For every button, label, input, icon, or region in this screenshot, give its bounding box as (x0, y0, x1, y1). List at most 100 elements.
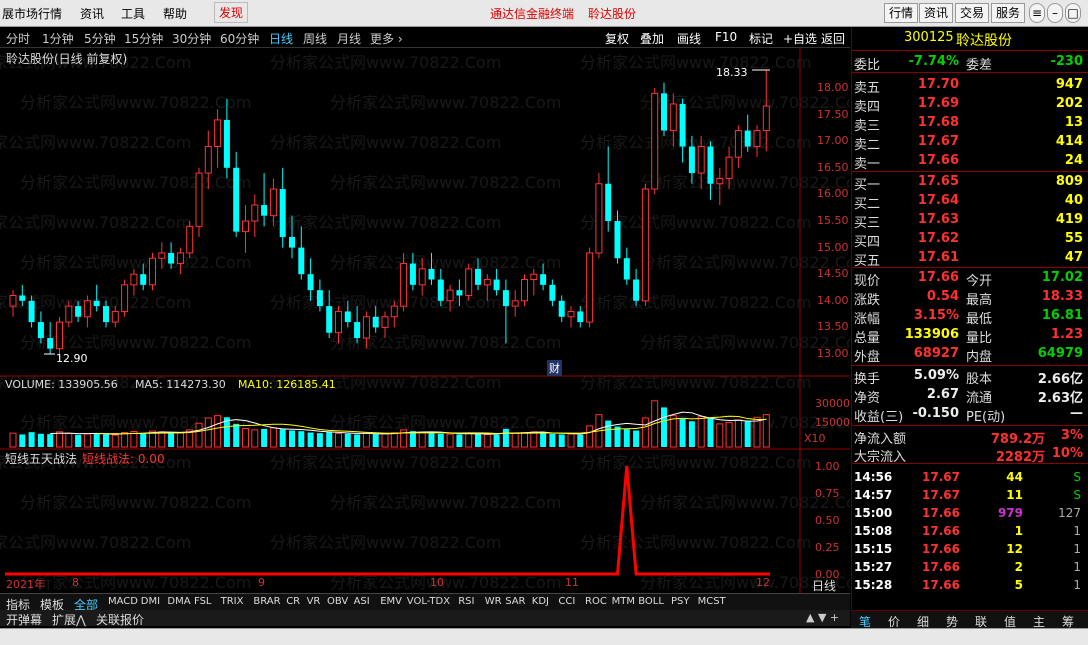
candle-body (409, 263, 416, 285)
day-line-label[interactable]: 日线 (812, 577, 836, 594)
buy-level-label: 买四 (854, 235, 881, 250)
indicator-tab[interactable]: EMV (380, 596, 402, 607)
related-quote-button[interactable]: 关联报价 (96, 611, 144, 628)
expand-button[interactable]: 扩展⋀ (52, 611, 86, 628)
menu-item-discover[interactable]: 发现 (214, 2, 249, 23)
volume-bar (75, 434, 82, 447)
period-tab-more[interactable]: 更多 › (370, 30, 403, 47)
indicator-tab[interactable]: BOLL (638, 596, 664, 607)
candle-body (223, 119, 230, 168)
indicator-tab[interactable]: DMI (141, 596, 160, 607)
indicator-tab[interactable]: MACD (108, 596, 138, 607)
menu-item-help[interactable]: 帮助 (163, 5, 187, 22)
volume-bar (204, 417, 212, 448)
period-tab-15min[interactable]: 15分钟 (124, 30, 163, 47)
watermark-text: 分析家公式网www.70822.Com (20, 573, 251, 592)
price-axis-label: 14.00 (817, 293, 849, 307)
danmaku-button[interactable]: 开弹幕 (6, 611, 42, 628)
indicator-tab[interactable]: ROC (585, 596, 607, 607)
menu-item-market[interactable]: 展市场行情 (2, 5, 62, 22)
ind-axis-075: 0.75 (815, 487, 840, 500)
indicator-tab[interactable]: RSI (458, 596, 474, 607)
f10-button[interactable]: F10 (715, 30, 737, 44)
menu-icon[interactable]: ≡ (1029, 3, 1045, 23)
indicator-tab[interactable]: ASI (354, 596, 370, 607)
indicator-tab[interactable]: CR (286, 596, 300, 607)
tick-row: 14:57 17.67 11 S (852, 486, 1088, 504)
overlay-button[interactable]: 叠加 (640, 30, 664, 47)
trade-button[interactable]: 交易 (955, 3, 989, 23)
indicator-tab[interactable]: SAR (505, 596, 525, 607)
indicator-tab[interactable]: BRAR (253, 596, 280, 607)
volume-bar (111, 434, 119, 448)
buy-level-value2: 40 (1064, 193, 1083, 208)
indicator-tab[interactable]: FSL (194, 596, 212, 607)
candle-body (595, 183, 603, 254)
period-tab-30min[interactable]: 30分钟 (172, 30, 211, 47)
candle-body (586, 252, 594, 323)
add-watchlist-button[interactable]: +自选 (783, 30, 817, 47)
minimize-icon[interactable]: – (1047, 3, 1063, 23)
finance-marker[interactable]: 财 (547, 360, 562, 376)
indicator-tab[interactable]: CCI (558, 596, 575, 607)
quote-row: 外盘 68927 内盘 64979 (852, 345, 1088, 365)
fund-row-value2: — (1070, 406, 1083, 421)
service-button[interactable]: 服务 (991, 3, 1025, 23)
menu-item-info[interactable]: 资讯 (80, 5, 104, 22)
indicator-tab[interactable]: OBV (327, 596, 348, 607)
tick-volume: 1 (1014, 524, 1023, 538)
draw-line-button[interactable]: 画线 (677, 30, 701, 47)
watermark-text: 分析家公式网www.70822.Com (0, 533, 191, 552)
volume-bar (362, 432, 370, 448)
candle-body (669, 103, 677, 132)
volume-bar (734, 419, 742, 448)
candle-body (381, 316, 389, 328)
indicator-tab[interactable]: MCST (698, 596, 726, 607)
candle-body (465, 268, 473, 296)
indicator-tab[interactable]: WR (485, 596, 502, 607)
period-tab-monthly[interactable]: 月线 (337, 30, 361, 47)
app-title-stock: 聆达股份 (588, 7, 637, 21)
tick-time: 14:57 (854, 488, 893, 502)
maximize-icon[interactable]: □ (1065, 3, 1081, 23)
indicator-tab[interactable]: TRIX (221, 596, 244, 607)
indicator-tab[interactable]: KDJ (532, 596, 549, 607)
sell-level-label: 卖一 (854, 157, 881, 172)
tick-price: 17.66 (922, 542, 960, 556)
volume-bar (335, 432, 342, 448)
quote-row-label2: 最低 (966, 312, 993, 327)
kline-chart-area[interactable]: 分析家公式网www.70822.Com 分析家公式网www.70822.Com 分析… (0, 48, 850, 593)
back-button[interactable]: 返回 (821, 30, 845, 47)
mark-button[interactable]: 标记 (749, 30, 773, 47)
indicator-tab[interactable]: DMA (167, 596, 190, 607)
tick-count: 1 (1073, 542, 1081, 556)
indicator-tab[interactable]: VR (307, 596, 321, 607)
period-tab-weekly[interactable]: 周线 (303, 30, 327, 47)
menu-item-tools[interactable]: 工具 (121, 5, 145, 22)
period-tab-daily[interactable]: 日线 (269, 30, 293, 47)
fund-row-value: 2.67 (926, 387, 959, 402)
flow-pct: 3% (1060, 428, 1083, 443)
info-button[interactable]: 资讯 (919, 3, 953, 23)
watermark-text: 分析家公式网www.70822.Com (20, 173, 251, 192)
candle-body (37, 322, 44, 339)
period-tab-60min[interactable]: 60分钟 (220, 30, 259, 47)
quote-row-label2: 今开 (966, 274, 993, 289)
restore-right-button[interactable]: 复权 (605, 30, 629, 47)
volume-bar (483, 433, 491, 448)
candle-body (540, 274, 547, 285)
buy-level-value: 17.61 (917, 250, 959, 265)
quote-row-label2: 最高 (966, 293, 993, 308)
period-tab-5min[interactable]: 5分钟 (84, 30, 116, 47)
quote-row: 现价 17.66 今开 17.02 (852, 269, 1088, 289)
market-button[interactable]: 行情 (884, 3, 918, 23)
indicator-tab[interactable]: PSY (671, 596, 690, 607)
period-tab-fenshi[interactable]: 分时 (6, 30, 30, 47)
period-tab-1min[interactable]: 1分钟 (42, 30, 74, 47)
indicator-tab[interactable]: VOL-TDX (407, 596, 450, 607)
buy-level: 买一 17.65 809 (852, 173, 1088, 193)
quote-row: 涨幅 3.15% 最低 16.81 (852, 307, 1088, 327)
indicator-tab[interactable]: MTM (612, 596, 635, 607)
volume-bar (605, 420, 612, 447)
candle-body (502, 290, 509, 307)
